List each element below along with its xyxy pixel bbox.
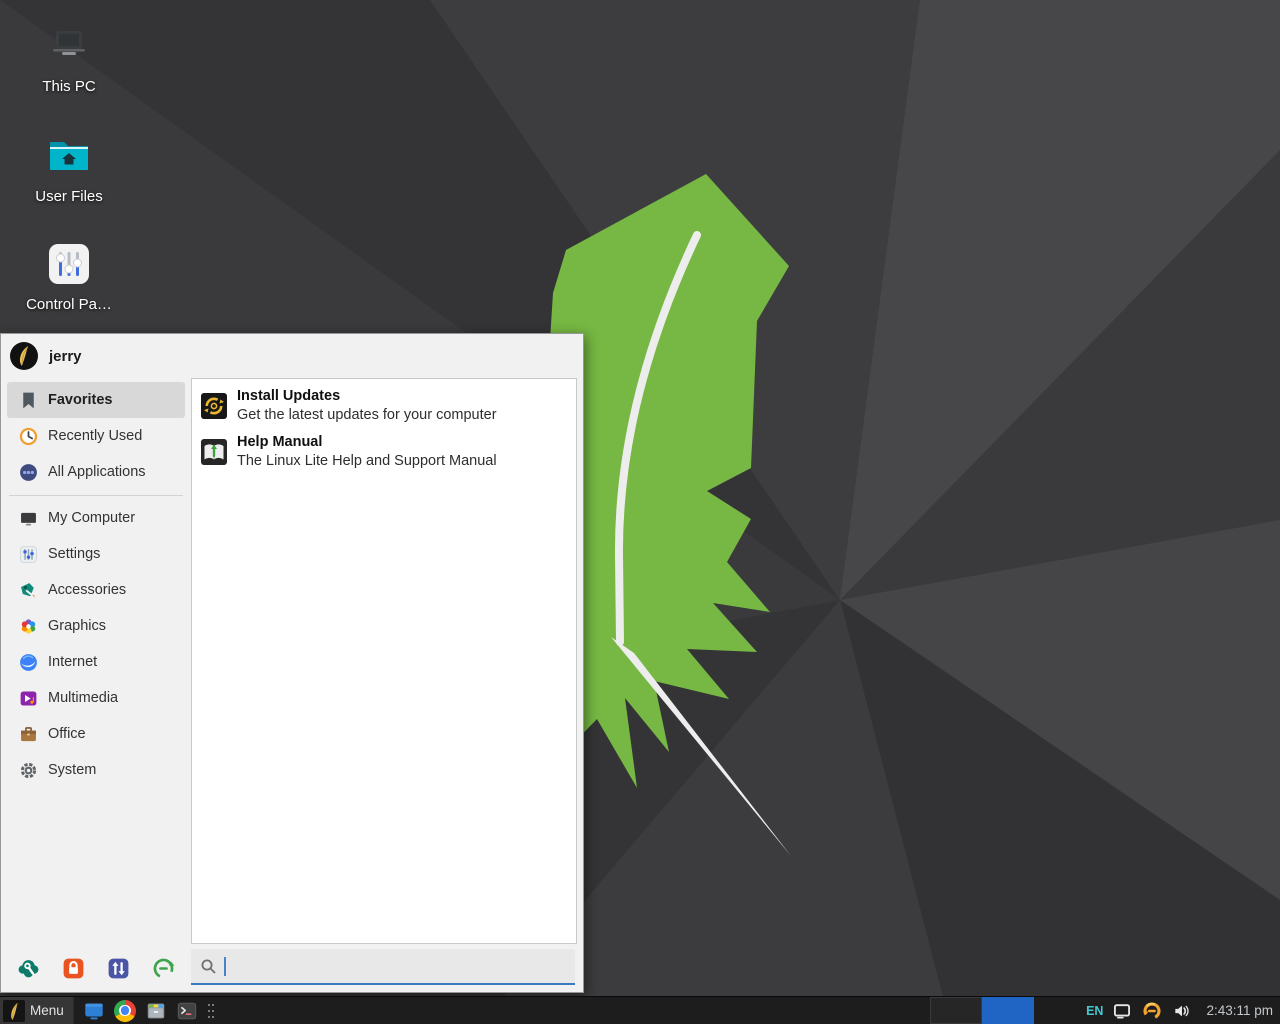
- sidebar-item-label: Multimedia: [48, 690, 118, 706]
- updates-refresh-icon[interactable]: [1141, 1000, 1163, 1022]
- lock-screen-icon[interactable]: [61, 956, 86, 981]
- sidebar-item-label: Graphics: [48, 618, 106, 634]
- sidebar-item-graphics[interactable]: Graphics: [7, 608, 185, 644]
- sidebar-item-multimedia[interactable]: Multimedia: [7, 680, 185, 716]
- file-cabinet-icon[interactable]: [145, 1000, 167, 1022]
- accessories-icon: [18, 580, 39, 601]
- terminal-icon[interactable]: [176, 1000, 198, 1022]
- desktop-icon-user-files[interactable]: User Files: [8, 132, 130, 205]
- workspace-switcher: [930, 997, 1034, 1024]
- desktop-icon-this-pc[interactable]: This PC: [8, 22, 130, 95]
- sidebar-item-label: Accessories: [48, 582, 126, 598]
- sidebar-item-label: System: [48, 762, 96, 778]
- desktop: This PC User Files Control Pa…: [0, 0, 1280, 1024]
- sidebar-item-label: Settings: [48, 546, 100, 562]
- sidebar-item-label: Favorites: [48, 392, 112, 408]
- desktop-window-icon[interactable]: [83, 1000, 105, 1022]
- multimedia-icon: [18, 688, 39, 709]
- clock-icon: [18, 426, 39, 447]
- sidebar-item-settings[interactable]: Settings: [7, 536, 185, 572]
- sidebar-item-favorites[interactable]: Favorites: [7, 382, 185, 418]
- sidebar-item-my-computer[interactable]: My Computer: [7, 500, 185, 536]
- desktop-icon-label: This PC: [42, 78, 95, 95]
- help-manual-icon: [200, 438, 228, 466]
- sidebar-item-label: My Computer: [48, 510, 135, 526]
- menu-search-input[interactable]: [226, 948, 576, 984]
- workspace-1[interactable]: [930, 997, 982, 1024]
- sidebar-item-label: Recently Used: [48, 428, 142, 444]
- sidebar-item-label: All Applications: [48, 464, 146, 480]
- whisker-menu: jerry Favorites Recently Used All Applic…: [0, 333, 584, 993]
- sidebar-item-system[interactable]: System: [7, 752, 185, 788]
- list-item-subtitle: Get the latest updates for your computer: [237, 406, 497, 425]
- sidebar-item-office[interactable]: Office: [7, 716, 185, 752]
- list-item-help-manual[interactable]: Help Manual The Linux Lite Help and Supp…: [194, 429, 574, 475]
- install-updates-icon: [200, 392, 228, 420]
- sidebar-item-recently-used[interactable]: Recently Used: [7, 418, 185, 454]
- apps-dots-icon: [18, 462, 39, 483]
- menu-favorites-list: Install Updates Get the latest updates f…: [191, 378, 577, 944]
- volume-icon[interactable]: [1172, 1001, 1192, 1021]
- settings-manager-icon[interactable]: [16, 956, 41, 981]
- computer-icon: [18, 508, 39, 529]
- menu-search-box[interactable]: [191, 949, 575, 985]
- clock[interactable]: 2:43:11 pm: [1206, 1003, 1273, 1018]
- internet-globe-icon: [18, 652, 39, 673]
- briefcase-icon: [18, 724, 39, 745]
- panel-grip-handle[interactable]: [208, 1002, 218, 1020]
- search-icon: [200, 958, 217, 975]
- sidebar-item-label: Office: [48, 726, 86, 742]
- desktop-icon-label: User Files: [35, 188, 103, 205]
- taskbar: Menu EN: [0, 996, 1280, 1024]
- menu-sidebar: Favorites Recently Used All Applications: [1, 380, 191, 992]
- gear-icon: [18, 760, 39, 781]
- switch-user-icon[interactable]: [106, 956, 131, 981]
- sidebar-item-all-applications[interactable]: All Applications: [7, 454, 185, 490]
- logout-icon[interactable]: [151, 956, 176, 981]
- workspace-2-active[interactable]: [982, 997, 1034, 1024]
- list-item-install-updates[interactable]: Install Updates Get the latest updates f…: [194, 383, 574, 429]
- desktop-icon-label: Control Pa…: [26, 296, 112, 313]
- user-avatar[interactable]: [9, 341, 39, 371]
- list-item-subtitle: The Linux Lite Help and Support Manual: [237, 452, 497, 471]
- menu-header: jerry: [1, 334, 583, 378]
- menu-action-buttons: [16, 956, 176, 981]
- desktop-icon-control-panel[interactable]: Control Pa…: [8, 240, 130, 313]
- sidebar-item-internet[interactable]: Internet: [7, 644, 185, 680]
- sidebar-separator: [9, 495, 183, 496]
- sidebar-item-label: Internet: [48, 654, 97, 670]
- sidebar-item-accessories[interactable]: Accessories: [7, 572, 185, 608]
- taskbar-menu-button[interactable]: Menu: [0, 997, 74, 1024]
- display-icon[interactable]: [1112, 1001, 1132, 1021]
- list-item-title: Install Updates: [237, 387, 497, 406]
- sliders-icon: [45, 240, 93, 288]
- list-item-title: Help Manual: [237, 433, 497, 452]
- bookmark-icon: [18, 390, 39, 411]
- keyboard-layout-indicator[interactable]: EN: [1086, 1004, 1103, 1018]
- laptop-icon: [45, 22, 93, 70]
- system-tray: EN 2:43:11 pm: [1086, 1000, 1280, 1022]
- menu-username: jerry: [49, 348, 82, 365]
- linux-lite-feather-icon: [3, 1000, 25, 1022]
- settings-sliders-icon: [18, 544, 39, 565]
- chrome-icon[interactable]: [114, 1000, 136, 1022]
- home-folder-icon: [45, 132, 93, 180]
- taskbar-menu-label: Menu: [30, 1003, 64, 1018]
- graphics-pinwheel-icon: [18, 616, 39, 637]
